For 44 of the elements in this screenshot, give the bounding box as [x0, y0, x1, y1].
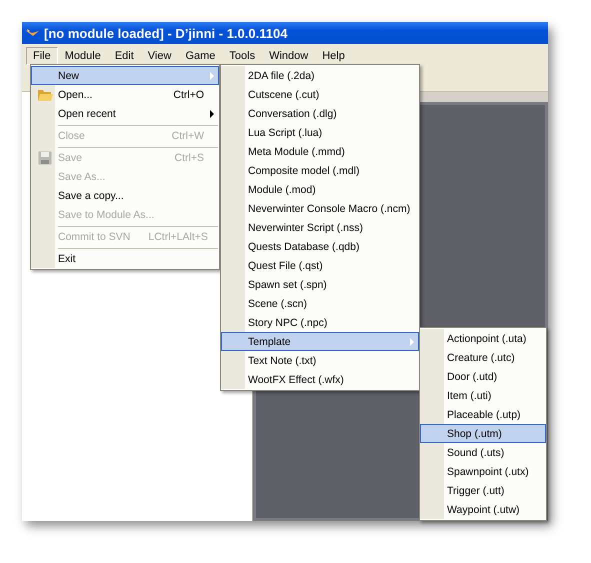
menu-item[interactable]: Waypoint (.utw)	[420, 500, 546, 519]
folder-icon	[37, 88, 53, 102]
menu-item[interactable]: Conversation (.dlg)	[221, 104, 419, 123]
menu-bar-item[interactable]: Edit	[108, 46, 141, 64]
menu-item[interactable]: Shop (.utm)	[420, 424, 546, 443]
menu-bar-item[interactable]: Tools	[222, 46, 262, 64]
window-title: [no module loaded] - D’jinni - 1.0.0.1104	[44, 26, 288, 40]
menu-item[interactable]: Neverwinter Script (.nss)	[221, 218, 419, 237]
submenu-arrow-icon	[210, 110, 214, 118]
submenu-arrow-icon	[410, 338, 414, 346]
menu-item[interactable]: Lua Script (.lua)	[221, 123, 419, 142]
menu-item[interactable]: Scene (.scn)	[221, 294, 419, 313]
menu-item[interactable]: Quests Database (.qdb)	[221, 237, 419, 256]
menu-bar-item[interactable]: Game	[178, 46, 222, 64]
menu-item[interactable]: Quest File (.qst)	[221, 256, 419, 275]
menu-bar-item[interactable]: Module	[58, 46, 108, 64]
menu-item[interactable]: Template	[221, 332, 419, 351]
menu-item[interactable]: Trigger (.utt)	[420, 481, 546, 500]
menu-item[interactable]: Story NPC (.npc)	[221, 313, 419, 332]
menu-item[interactable]: Text Note (.txt)	[221, 351, 419, 370]
menu-item[interactable]: Creature (.utc)	[420, 348, 546, 367]
menu-item[interactable]: Door (.utd)	[420, 367, 546, 386]
menu-item[interactable]: Spawn set (.spn)	[221, 275, 419, 294]
menu-item[interactable]: Placeable (.utp)	[420, 405, 546, 424]
menu-item[interactable]: 2DA file (.2da)	[221, 66, 419, 85]
menu-item[interactable]: Meta Module (.mmd)	[221, 142, 419, 161]
menu-bar-item[interactable]: View	[140, 46, 178, 64]
app-icon	[24, 27, 40, 39]
menu-item[interactable]: Actionpoint (.uta)	[420, 329, 546, 348]
menu-item[interactable]: Open... Ctrl+O	[31, 85, 219, 104]
menu-item[interactable]: WootFX Effect (.wfx)	[221, 370, 419, 389]
menu-item[interactable]: Cutscene (.cut)	[221, 85, 419, 104]
menu-item[interactable]: Neverwinter Console Macro (.ncm)	[221, 199, 419, 218]
menu-item[interactable]: New	[31, 66, 219, 85]
menu-item[interactable]: Composite model (.mdl)	[221, 161, 419, 180]
menu-item[interactable]: Sound (.uts)	[420, 443, 546, 462]
menu-item[interactable]: Item (.uti)	[420, 386, 546, 405]
submenu-arrow-icon	[210, 72, 214, 80]
menu-item[interactable]: Module (.mod)	[221, 180, 419, 199]
menu-bar-item[interactable]: Help	[315, 46, 352, 64]
menu-item[interactable]: Spawnpoint (.utx)	[420, 462, 546, 481]
menu-item[interactable]: Open recent	[31, 104, 219, 123]
menu-bar-item[interactable]: Window	[262, 46, 316, 64]
menu-item[interactable]: Save a copy...	[31, 186, 219, 205]
